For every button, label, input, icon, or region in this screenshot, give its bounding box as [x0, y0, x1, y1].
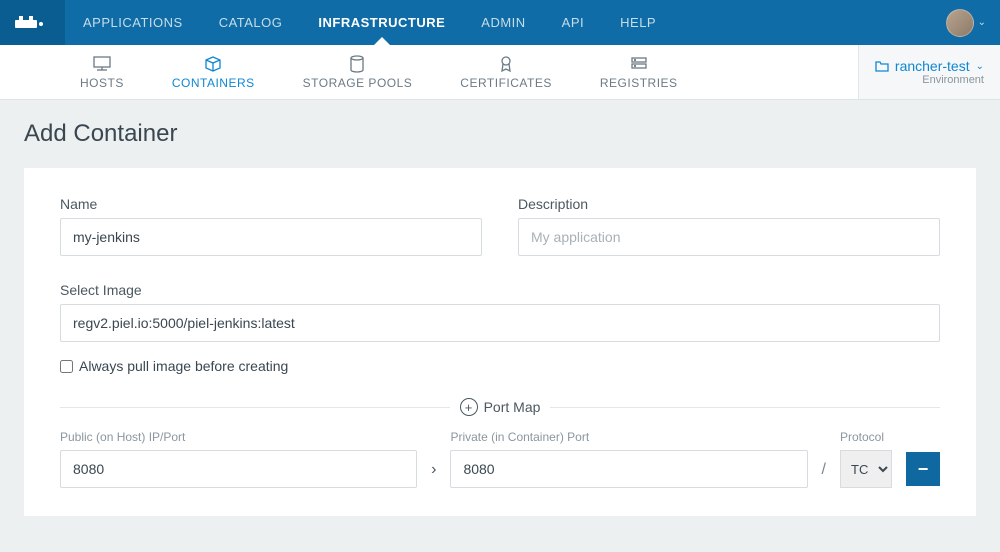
subnav-certificates[interactable]: CERTIFICATES [460, 55, 552, 90]
certificate-icon [496, 55, 516, 73]
subnav-containers[interactable]: CONTAINERS [172, 55, 255, 90]
subnav-label: CONTAINERS [172, 76, 255, 90]
subnav-label: STORAGE POOLS [303, 76, 413, 90]
portmap-title: Port Map [484, 399, 541, 415]
subnav-label: REGISTRIES [600, 76, 678, 90]
protocol-label: Protocol [840, 430, 892, 444]
port-map-row: Public (on Host) IP/Port › Private (in C… [60, 430, 940, 488]
remove-port-button[interactable]: − [906, 452, 940, 486]
always-pull-checkbox[interactable] [60, 360, 73, 373]
separator: / [822, 461, 826, 488]
nav-applications[interactable]: APPLICATIONS [65, 0, 201, 45]
arrow-icon: › [431, 461, 436, 488]
divider [60, 407, 450, 408]
environment-label: Environment [922, 74, 984, 86]
host-icon [92, 55, 112, 73]
storage-icon [347, 55, 367, 73]
environment-name: rancher-test [895, 58, 970, 74]
chevron-down-icon: ⌄ [976, 61, 984, 72]
subnav-registries[interactable]: REGISTRIES [600, 55, 678, 90]
topnav-items: APPLICATIONS CATALOG INFRASTRUCTURE ADMI… [65, 0, 674, 45]
chevron-down-icon: ⌄ [978, 17, 986, 28]
subnav-label: HOSTS [80, 76, 124, 90]
public-port-label: Public (on Host) IP/Port [60, 430, 417, 444]
nav-api[interactable]: API [544, 0, 602, 45]
name-input[interactable] [60, 218, 482, 256]
image-label: Select Image [60, 282, 940, 298]
name-label: Name [60, 196, 482, 212]
registry-icon [629, 55, 649, 73]
rancher-logo-icon [15, 14, 51, 32]
subnav-storage-pools[interactable]: STORAGE POOLS [303, 55, 413, 90]
description-label: Description [518, 196, 940, 212]
subnav-label: CERTIFICATES [460, 76, 552, 90]
page-title: Add Container [24, 120, 976, 148]
container-icon [203, 55, 223, 73]
nav-catalog[interactable]: CATALOG [201, 0, 301, 45]
public-port-input[interactable] [60, 450, 417, 488]
always-pull-label: Always pull image before creating [79, 358, 288, 374]
image-input[interactable] [60, 304, 940, 342]
add-port-button[interactable]: + [460, 398, 478, 416]
top-navigation: APPLICATIONS CATALOG INFRASTRUCTURE ADMI… [0, 0, 1000, 45]
avatar [946, 9, 974, 37]
user-menu[interactable]: ⌄ [946, 9, 986, 37]
environment-selector[interactable]: rancher-test ⌄ Environment [858, 45, 1000, 99]
private-port-input[interactable] [450, 450, 807, 488]
nav-admin[interactable]: ADMIN [463, 0, 543, 45]
logo[interactable] [0, 0, 65, 45]
subnav-hosts[interactable]: HOSTS [80, 55, 124, 90]
private-port-label: Private (in Container) Port [450, 430, 807, 444]
form-card: Name Description Select Image Always pul… [24, 168, 976, 516]
protocol-select[interactable]: TCP [840, 450, 892, 488]
nav-infrastructure[interactable]: INFRASTRUCTURE [300, 0, 463, 45]
nav-help[interactable]: HELP [602, 0, 674, 45]
sub-navigation: HOSTS CONTAINERS STORAGE POOLS CERTIFICA… [0, 45, 1000, 100]
divider [550, 407, 940, 408]
description-input[interactable] [518, 218, 940, 256]
folder-icon [875, 60, 889, 72]
